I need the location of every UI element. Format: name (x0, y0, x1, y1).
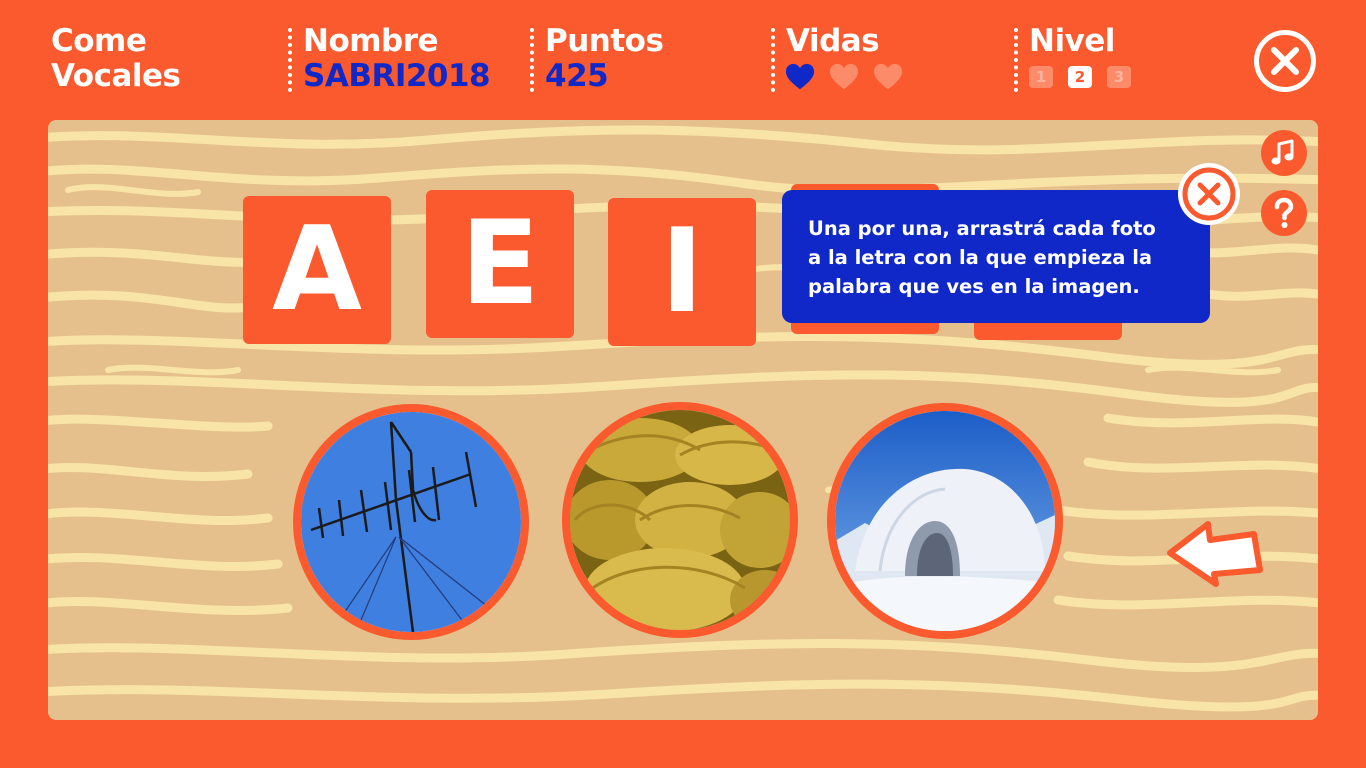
empanadas-photo (570, 410, 790, 630)
level-label: Nivel (1029, 23, 1115, 59)
close-game-button[interactable] (1254, 30, 1316, 92)
heart-icon (829, 63, 859, 90)
photo-antenna[interactable] (293, 404, 529, 640)
game-title-line2: Vocales (51, 58, 181, 94)
level-3-badge: 3 (1107, 66, 1131, 88)
tooltip-line: a la letra con la que empieza la (808, 246, 1153, 269)
tooltip-line: palabra que ves en la imagen. (808, 275, 1140, 298)
music-button[interactable] (1261, 130, 1307, 176)
instruction-tooltip: Una por una, arrastrá cada foto a la let… (782, 190, 1210, 323)
name-label: Nombre (303, 23, 439, 59)
tooltip-line: Una por una, arrastrá cada foto (808, 217, 1156, 240)
question-icon (1274, 197, 1294, 228)
points-value: 425 (545, 58, 609, 94)
arrow-left-icon[interactable] (1166, 518, 1266, 588)
divider (530, 28, 534, 92)
level-1-badge: 1 (1029, 66, 1053, 88)
music-note-icon (1271, 139, 1294, 165)
photo-igloo[interactable] (827, 403, 1063, 639)
divider (1014, 28, 1018, 92)
letter-tile-e[interactable]: E (426, 190, 574, 338)
close-icon (1271, 47, 1299, 75)
game-title-line1: Come (51, 23, 147, 59)
heart-icon (785, 63, 815, 90)
heart-icon (873, 63, 903, 90)
letter-tile-a[interactable]: A (243, 196, 391, 344)
letter-tile-i[interactable]: I (608, 198, 756, 346)
player-name: SABRI2018 (303, 58, 491, 94)
igloo-photo (835, 411, 1055, 631)
antenna-photo (301, 412, 521, 632)
photo-empanadas[interactable] (562, 402, 798, 638)
divider (288, 28, 292, 92)
lives-label: Vidas (786, 23, 880, 59)
level-2-badge: 2 (1068, 66, 1092, 88)
points-label: Puntos (545, 23, 664, 59)
help-button[interactable] (1261, 190, 1307, 236)
close-tooltip-button[interactable] (1178, 163, 1240, 225)
divider (771, 28, 775, 92)
close-icon (1182, 167, 1236, 221)
